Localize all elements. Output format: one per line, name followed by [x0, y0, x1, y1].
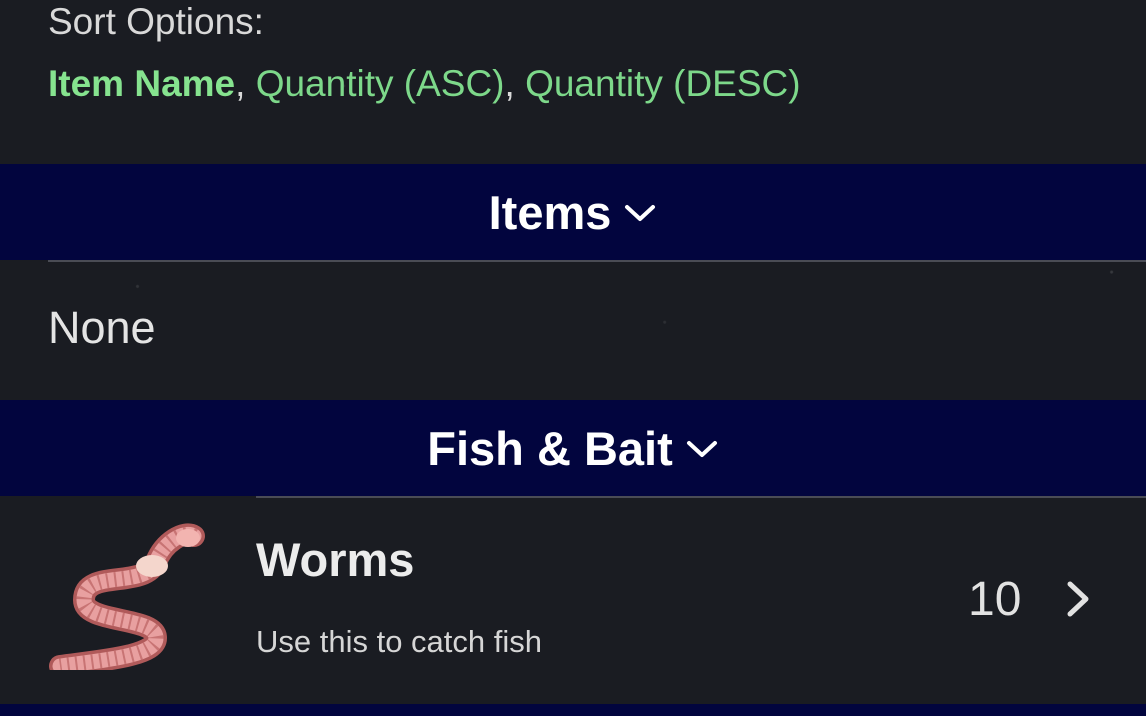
section-header-label: Items	[488, 185, 612, 239]
items-empty-text: None	[48, 302, 156, 353]
section-header-fish-bait[interactable]: Fish & Bait	[0, 400, 1146, 496]
sort-separator: ,	[235, 63, 256, 104]
sort-option-quantity-asc[interactable]: Quantity (ASC)	[256, 63, 505, 104]
item-description: Use this to catch fish	[256, 624, 543, 659]
section-header-label: Fish & Bait	[427, 421, 673, 475]
list-item-worms[interactable]: Worms Use this to catch fish 10	[0, 498, 1146, 702]
chevron-down-icon	[685, 437, 719, 466]
chevron-right-icon[interactable]	[1064, 580, 1092, 623]
divider	[48, 260, 1146, 262]
sort-options-title: Sort Options:	[48, 1, 264, 42]
sort-options: Sort Options: Item Name, Quantity (ASC),…	[48, 0, 1108, 160]
sort-option-quantity-desc[interactable]: Quantity (DESC)	[525, 63, 801, 104]
sort-options-list: Item Name, Quantity (ASC), Quantity (DES…	[48, 60, 801, 108]
sort-separator: ,	[504, 63, 526, 104]
section-header-partial	[0, 704, 1146, 716]
chevron-down-icon	[623, 201, 657, 230]
sort-option-item-name[interactable]: Item Name	[48, 63, 235, 104]
item-name: Worms	[256, 533, 415, 586]
section-header-items[interactable]: Items	[0, 164, 1146, 260]
item-quantity: 10	[968, 573, 1022, 626]
worm-icon	[44, 520, 214, 677]
